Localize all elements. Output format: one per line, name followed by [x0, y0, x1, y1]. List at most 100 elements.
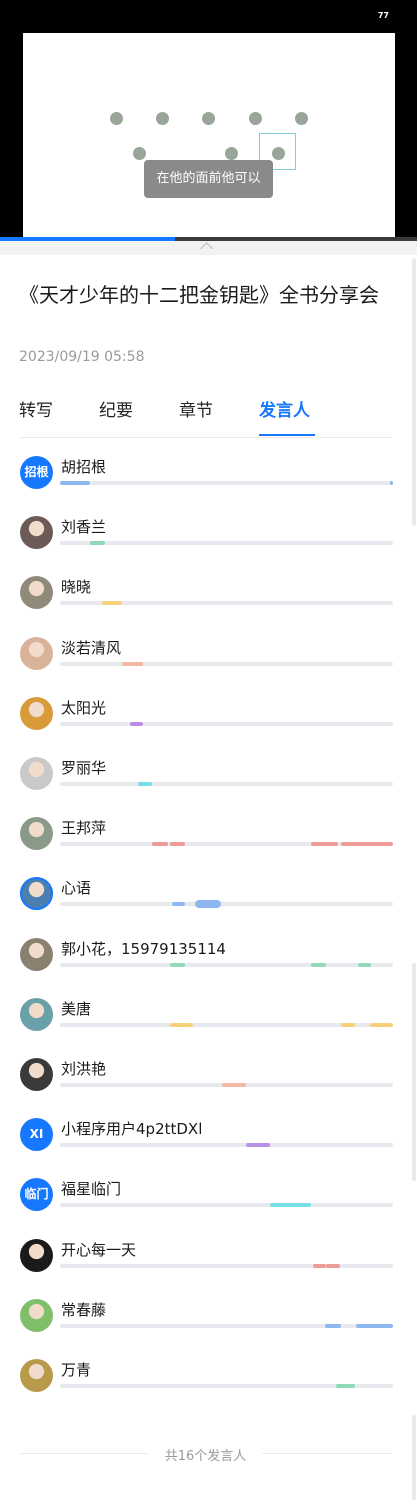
speaker-timeline[interactable]: [60, 1022, 393, 1027]
speech-segment[interactable]: [369, 1022, 393, 1027]
speaker-timeline[interactable]: [60, 721, 393, 726]
speaker-timeline[interactable]: [60, 1263, 393, 1268]
speech-segment[interactable]: [356, 1323, 393, 1328]
tab-summary[interactable]: 纪要: [99, 396, 133, 421]
speech-segment[interactable]: [221, 1083, 247, 1087]
speech-segment[interactable]: [121, 661, 144, 666]
video-player[interactable]: 77 在他的面前他可以: [0, 0, 417, 237]
speech-segment[interactable]: [169, 962, 185, 967]
avatar: [20, 997, 53, 1031]
participant-thumb: [225, 147, 238, 160]
speaker-timeline[interactable]: [60, 661, 393, 666]
speech-segment[interactable]: [101, 601, 122, 606]
speech-segment[interactable]: [169, 1022, 194, 1027]
speaker-timeline[interactable]: [60, 842, 393, 847]
speaker-name: 晓晓: [61, 578, 92, 597]
speech-segment[interactable]: [311, 842, 339, 847]
meeting-date: 2023/09/19 05:58: [19, 349, 145, 365]
speaker-timeline[interactable]: [60, 481, 393, 485]
speech-segment[interactable]: [341, 842, 393, 847]
speaker-name: 郭小花，15979135114: [61, 939, 226, 958]
speaker-timeline[interactable]: [60, 541, 393, 546]
speaker-name: 常春藤: [61, 1300, 107, 1319]
speaker-name: 胡招根: [61, 458, 107, 476]
speech-segment[interactable]: [326, 1263, 340, 1268]
speech-segment[interactable]: [324, 1323, 342, 1328]
speaker-timeline[interactable]: [60, 601, 393, 606]
speaker-timeline[interactable]: [60, 900, 393, 909]
speaker-name: 罗丽华: [61, 759, 107, 777]
speaker-timeline[interactable]: [60, 1143, 393, 1148]
participant-count: 77: [377, 11, 389, 20]
speech-segment[interactable]: [171, 902, 185, 907]
speech-segment[interactable]: [169, 842, 185, 847]
avatar: [20, 1238, 53, 1272]
scrollbar[interactable]: [412, 963, 416, 1181]
speaker-name: 心语: [61, 879, 92, 898]
speech-segment[interactable]: [60, 481, 90, 485]
tab-transcript[interactable]: 转写: [19, 396, 53, 421]
participant-thumb: [156, 112, 169, 125]
speaker-row[interactable]: 刘洪艳: [19, 1058, 394, 1118]
speech-segment[interactable]: [311, 962, 327, 967]
avatar: [20, 516, 53, 550]
speaker-row[interactable]: 郭小花，15979135114: [19, 937, 394, 998]
speaker-name: 王邦萍: [61, 819, 107, 838]
speaker-count: 共16个发言人: [164, 1449, 247, 1464]
speech-segment[interactable]: [138, 782, 152, 786]
speech-segment[interactable]: [336, 1384, 355, 1388]
speaker-timeline[interactable]: [60, 1083, 393, 1087]
avatar: XI: [20, 1118, 53, 1152]
speaker-timeline[interactable]: [60, 1384, 393, 1388]
speech-segment[interactable]: [89, 541, 105, 546]
speaker-row[interactable]: 晓晓: [19, 576, 394, 636]
avatar: [20, 576, 53, 610]
avatar: [20, 937, 53, 971]
speaker-row[interactable]: 临门 福星临门: [19, 1178, 394, 1238]
speaker-timeline[interactable]: [60, 782, 393, 786]
speaker-row[interactable]: 太阳光: [19, 696, 394, 757]
speaker-name: 福星临门: [61, 1180, 122, 1199]
tab-speakers[interactable]: 发言人: [259, 396, 310, 421]
speaker-timeline[interactable]: [60, 1203, 393, 1208]
avatar: 临门: [20, 1178, 53, 1212]
speaker-name: 淡若清风: [61, 638, 122, 657]
speaker-timeline[interactable]: [60, 1323, 393, 1328]
speech-segment[interactable]: [269, 1203, 312, 1208]
active-tab-indicator: [259, 434, 315, 436]
speaker-row[interactable]: 招根 胡招根: [19, 456, 394, 516]
speaker-row[interactable]: 万青: [19, 1359, 394, 1419]
speech-segment[interactable]: [194, 900, 222, 909]
speaker-row[interactable]: XI 小程序用户4p2ttDXl: [19, 1118, 394, 1178]
scrollbar[interactable]: [412, 258, 416, 526]
speaker-row[interactable]: 刘香兰: [19, 516, 394, 576]
speaker-row[interactable]: 淡若清风: [19, 636, 394, 697]
speech-segment[interactable]: [129, 721, 144, 726]
tab-chapters[interactable]: 章节: [179, 396, 213, 421]
speech-segment[interactable]: [389, 481, 393, 485]
avatar: [20, 636, 53, 670]
speech-segment[interactable]: [313, 1263, 327, 1268]
speech-segment[interactable]: [246, 1143, 270, 1148]
speech-segment[interactable]: [358, 962, 372, 967]
avatar: [20, 817, 53, 851]
tab-bar: 转写 纪要 章节 发言人: [19, 396, 392, 438]
speech-segment[interactable]: [151, 842, 169, 847]
avatar: [20, 757, 53, 790]
speaker-row[interactable]: 王邦萍: [19, 817, 394, 877]
shared-screen: [23, 33, 395, 237]
speech-segment[interactable]: [341, 1022, 355, 1027]
speaker-row[interactable]: 心语: [19, 877, 394, 937]
speaker-row[interactable]: 美唐: [19, 997, 394, 1058]
avatar: 招根: [20, 456, 53, 489]
speaker-row[interactable]: 常春藤: [19, 1298, 394, 1359]
participant-thumb: [249, 112, 262, 125]
speaker-row[interactable]: 罗丽华: [19, 757, 394, 817]
speaker-name: 刘洪艳: [61, 1060, 107, 1078]
speaker-timeline[interactable]: [60, 962, 393, 967]
speaker-row[interactable]: 开心每一天: [19, 1238, 394, 1299]
scrollbar[interactable]: [412, 1415, 416, 1500]
avatar: [20, 1058, 53, 1091]
avatar: [20, 877, 53, 911]
page-title: 《天才少年的十二把金钥匙》全书分享会: [19, 283, 379, 307]
